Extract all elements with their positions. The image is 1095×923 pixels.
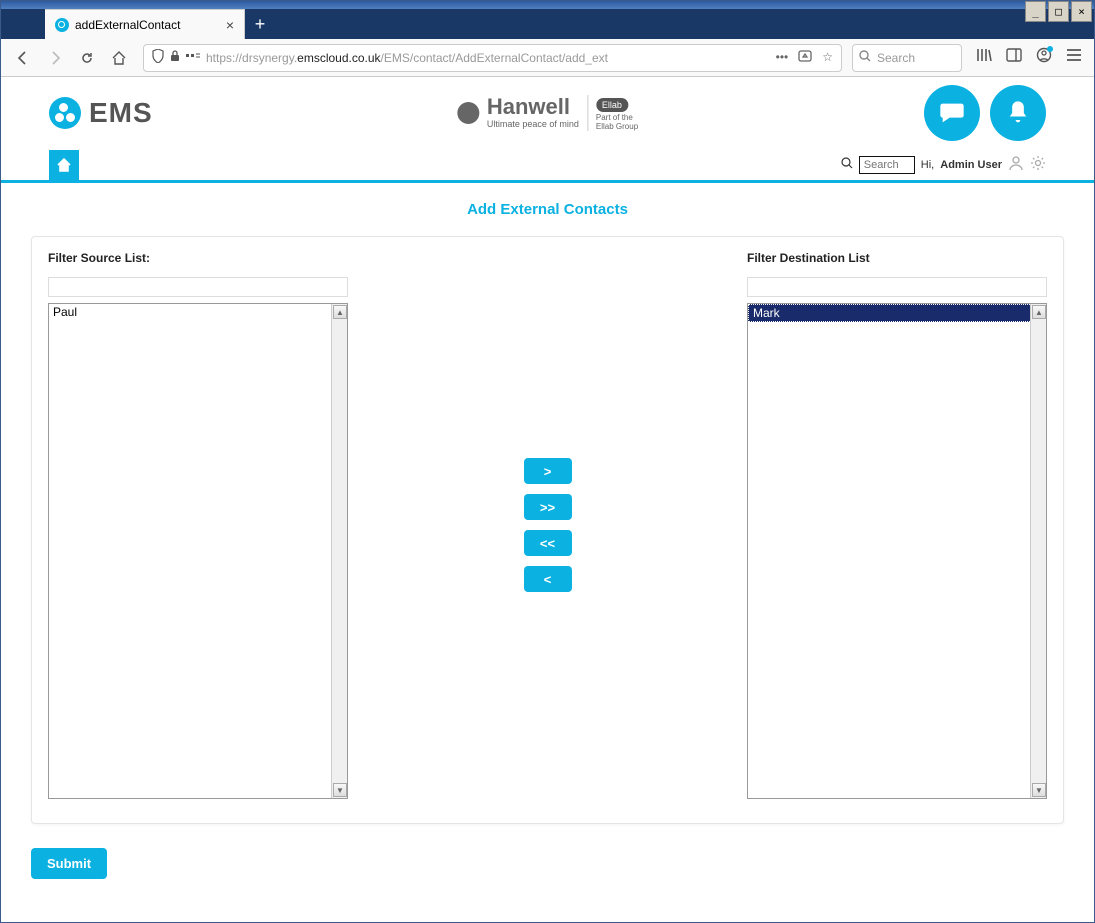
move-right-button[interactable]: > [524, 458, 572, 484]
ems-logo-icon [49, 97, 81, 129]
home-nav-button[interactable] [105, 44, 133, 72]
list-item[interactable]: Mark [748, 304, 1046, 322]
scrollbar[interactable]: ▲ ▼ [1030, 304, 1046, 798]
username-text: Admin User [940, 159, 1002, 171]
browser-search-box[interactable]: Search [852, 44, 962, 72]
reader-icon[interactable] [798, 50, 812, 65]
tab-title: addExternalContact [75, 18, 180, 32]
bookmark-star-icon[interactable]: ☆ [822, 50, 833, 65]
list-item[interactable]: Paul [49, 304, 347, 320]
greeting-text: Hi, [921, 159, 934, 171]
move-all-right-button[interactable]: >> [524, 494, 572, 520]
arrow-right-icon [46, 49, 64, 67]
header-actions [924, 85, 1046, 141]
contacts-panel: Filter Source List: Paul ▲ ▼ > >> << < F… [31, 236, 1064, 824]
transfer-buttons: > >> << < [348, 251, 747, 799]
user-icon[interactable] [1008, 155, 1024, 174]
browser-right-icons [976, 47, 1082, 68]
library-icon[interactable] [976, 47, 992, 68]
url-text: https://drsynergy.emscloud.co.uk/EMS/con… [206, 51, 608, 65]
window-controls: _ □ × [1023, 1, 1092, 22]
source-listbox[interactable]: Paul ▲ ▼ [48, 303, 348, 799]
ems-logo[interactable]: EMS [49, 97, 153, 129]
browser-tabbar: addExternalContact × + [1, 9, 1094, 39]
minimize-button[interactable]: _ [1025, 1, 1046, 22]
notifications-button[interactable] [990, 85, 1046, 141]
browser-navbar: https://drsynergy.emscloud.co.uk/EMS/con… [1, 39, 1094, 77]
reload-button[interactable] [73, 44, 101, 72]
source-column: Filter Source List: Paul ▲ ▼ [48, 251, 348, 799]
ellab-sub1: Part of the [596, 113, 638, 122]
window-titlebar: _ □ × [1, 1, 1094, 9]
hanwell-subtext: Ultimate peace of mind [487, 119, 579, 129]
chat-icon [938, 99, 966, 127]
forward-button[interactable] [41, 44, 69, 72]
hanwell-logo: Hanwell Ultimate peace of mind Ellab Par… [457, 95, 638, 131]
reload-icon [79, 50, 95, 66]
close-tab-button[interactable]: × [226, 17, 234, 33]
chat-button[interactable] [924, 85, 980, 141]
more-icon[interactable]: ••• [776, 50, 789, 65]
ems-logo-text: EMS [89, 97, 153, 129]
app-search-icon[interactable] [841, 157, 853, 172]
scroll-up-button[interactable]: ▲ [333, 305, 347, 319]
toolbar-right: Hi, Admin User [841, 155, 1046, 174]
app-home-button[interactable] [49, 150, 79, 180]
address-actions: ••• ☆ [776, 50, 833, 65]
destination-column: Filter Destination List Mark ▲ ▼ [747, 251, 1047, 799]
move-left-button[interactable]: < [524, 566, 572, 592]
move-all-left-button[interactable]: << [524, 530, 572, 556]
settings-icon[interactable] [1030, 155, 1046, 174]
scroll-up-button[interactable]: ▲ [1032, 305, 1046, 319]
menu-icon[interactable] [1066, 48, 1082, 67]
page-title: Add External Contacts [1, 183, 1094, 236]
shield-icon [152, 49, 164, 66]
ellab-sub2: Ellab Group [596, 122, 638, 131]
new-tab-button[interactable]: + [245, 9, 275, 39]
scroll-down-button[interactable]: ▼ [333, 783, 347, 797]
browser-search-placeholder: Search [877, 51, 915, 65]
submit-row: Submit [31, 848, 1064, 879]
submit-button[interactable]: Submit [31, 848, 107, 879]
close-window-button[interactable]: × [1071, 1, 1092, 22]
address-bar[interactable]: https://drsynergy.emscloud.co.uk/EMS/con… [143, 44, 842, 72]
lock-icon [170, 50, 180, 65]
app-toolbar: Hi, Admin User [1, 149, 1094, 183]
hanwell-badge-icon [457, 102, 479, 124]
scrollbar[interactable]: ▲ ▼ [331, 304, 347, 798]
arrow-left-icon [14, 49, 32, 67]
source-label: Filter Source List: [48, 251, 348, 265]
browser-tab[interactable]: addExternalContact × [45, 9, 245, 39]
scroll-down-button[interactable]: ▼ [1032, 783, 1046, 797]
home-icon [56, 157, 72, 173]
hanwell-text: Hanwell [487, 94, 570, 119]
account-icon[interactable] [1036, 47, 1052, 68]
ellab-badge: Ellab [596, 98, 628, 112]
app-search-input[interactable] [859, 156, 915, 174]
tab-favicon-icon [55, 18, 69, 32]
sidebar-icon[interactable] [1006, 47, 1022, 68]
search-icon [859, 50, 871, 65]
home-icon [111, 50, 127, 66]
source-filter-input[interactable] [48, 277, 348, 297]
destination-filter-input[interactable] [747, 277, 1047, 297]
bell-icon [1004, 99, 1032, 127]
back-button[interactable] [9, 44, 37, 72]
app-header: EMS Hanwell Ultimate peace of mind Ellab… [1, 77, 1094, 149]
permissions-icon [186, 51, 200, 65]
maximize-button[interactable]: □ [1048, 1, 1069, 22]
destination-label: Filter Destination List [747, 251, 1047, 265]
destination-listbox[interactable]: Mark ▲ ▼ [747, 303, 1047, 799]
